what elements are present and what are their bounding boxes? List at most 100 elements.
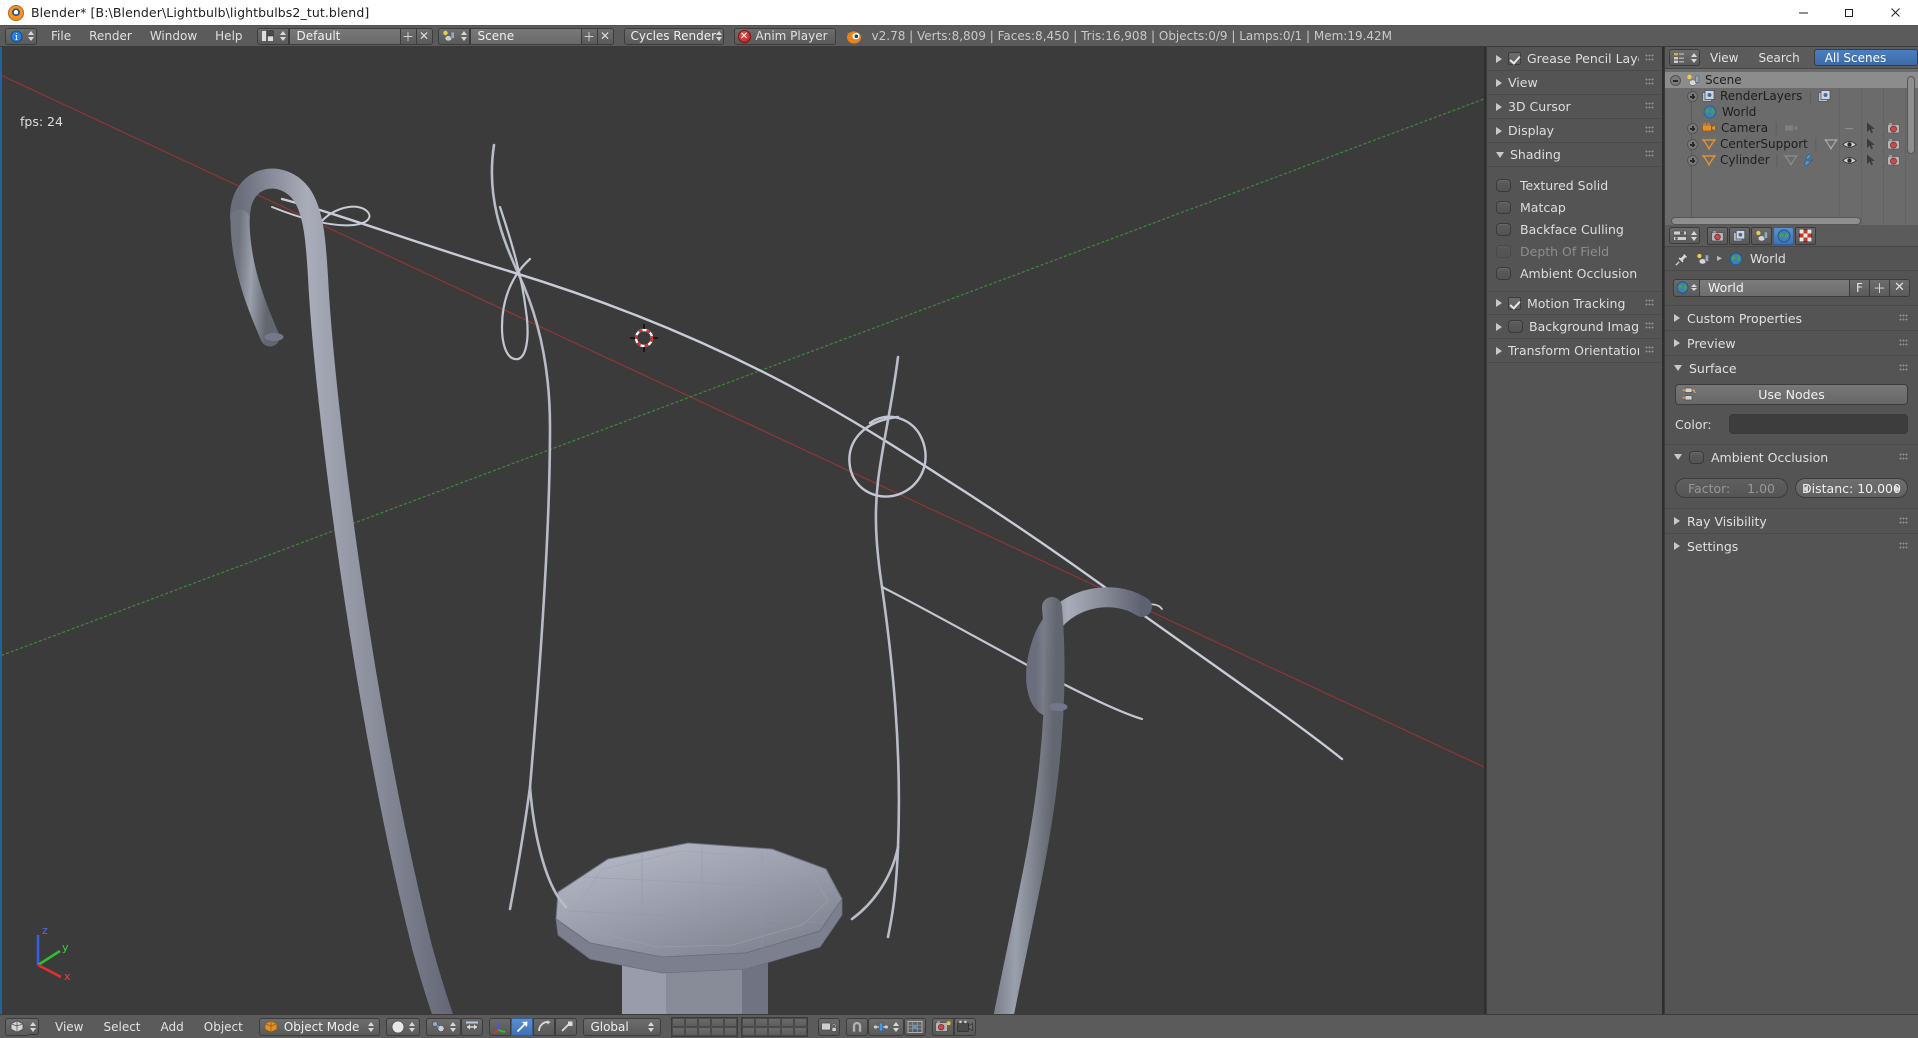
restrict-view-toggle[interactable] bbox=[1838, 120, 1860, 136]
outliner-menu-view[interactable]: View bbox=[1700, 51, 1748, 65]
layer-cell[interactable] bbox=[724, 1018, 737, 1027]
anim-player-clear-icon[interactable]: ✕ bbox=[738, 30, 751, 43]
menu-render[interactable]: Render bbox=[80, 28, 141, 45]
toggle-icon[interactable] bbox=[1496, 267, 1511, 280]
restrict-select-toggle[interactable] bbox=[1860, 120, 1882, 136]
collapse-toggle-icon[interactable] bbox=[1670, 75, 1681, 86]
panel-grip-icon[interactable] bbox=[1899, 542, 1908, 551]
panel-shading[interactable]: Shading bbox=[1487, 143, 1662, 167]
tab-scene[interactable] bbox=[1751, 227, 1772, 245]
panel-transform-orientations[interactable]: Transform Orientations bbox=[1487, 339, 1662, 363]
panel-grip-icon[interactable] bbox=[1899, 314, 1908, 323]
tab-world[interactable] bbox=[1773, 227, 1794, 245]
scene-add-button[interactable]: ＋ bbox=[582, 28, 598, 45]
properties-editor-type-icon[interactable] bbox=[1669, 227, 1689, 244]
panel-grip-icon[interactable] bbox=[1899, 364, 1908, 373]
layer-cell[interactable] bbox=[755, 1018, 768, 1027]
restrict-render-toggle[interactable] bbox=[1882, 152, 1904, 168]
layer-cell[interactable] bbox=[711, 1027, 724, 1036]
shading-ambient-occlusion[interactable]: Ambient Occlusion bbox=[1487, 262, 1662, 284]
unlink-world-button[interactable]: ✕ bbox=[1890, 279, 1910, 297]
scene-icon[interactable] bbox=[1696, 253, 1710, 265]
render-engine-select[interactable]: Cycles Render bbox=[624, 28, 724, 45]
layer-cell[interactable] bbox=[724, 1027, 737, 1036]
panel-grip-icon[interactable] bbox=[1645, 54, 1654, 63]
interaction-mode-select[interactable]: Object Mode bbox=[259, 1018, 381, 1036]
minimize-button[interactable] bbox=[1780, 0, 1826, 26]
expand-toggle-icon[interactable] bbox=[1687, 155, 1698, 166]
ambient-occlusion-toggle[interactable] bbox=[1689, 451, 1704, 464]
screen-layout-field[interactable]: Default bbox=[289, 28, 401, 45]
layer-cell[interactable] bbox=[711, 1018, 724, 1027]
camera-data-icon[interactable] bbox=[1784, 122, 1799, 134]
layer-cell[interactable] bbox=[755, 1027, 768, 1036]
panel-display[interactable]: Display bbox=[1487, 119, 1662, 143]
layer-cell[interactable] bbox=[685, 1018, 698, 1027]
viewport-shading-select[interactable] bbox=[386, 1018, 420, 1036]
pivot-point-select[interactable] bbox=[426, 1018, 461, 1036]
3d-viewport[interactable]: z y x fps: 24 (65) bbox=[0, 47, 1484, 1014]
panel-3d-cursor[interactable]: 3D Cursor bbox=[1487, 95, 1662, 119]
layer-cell[interactable] bbox=[794, 1027, 807, 1036]
render-opengl-grid-button[interactable] bbox=[904, 1018, 926, 1036]
color-swatch[interactable] bbox=[1729, 414, 1908, 434]
layer-cell[interactable] bbox=[672, 1018, 685, 1027]
panel-preview[interactable]: Preview bbox=[1665, 330, 1918, 355]
scene-delete-button[interactable]: ✕ bbox=[598, 28, 614, 45]
panel-settings[interactable]: Settings bbox=[1665, 533, 1918, 558]
toggle-icon[interactable] bbox=[1496, 179, 1511, 192]
footer-menu-view[interactable]: View bbox=[45, 1020, 93, 1034]
rotate-manipulator-toggle[interactable] bbox=[533, 1018, 555, 1036]
transform-orientation-select[interactable]: Global bbox=[583, 1018, 661, 1036]
outliner-row-camera[interactable]: Camera | bbox=[1665, 120, 1918, 136]
outliner-scope-select[interactable]: All Scenes bbox=[1814, 49, 1918, 66]
panel-grip-icon[interactable] bbox=[1645, 78, 1654, 87]
outliner-horizontal-scrollbar[interactable] bbox=[1671, 217, 1861, 225]
layer-cell[interactable] bbox=[672, 1027, 685, 1036]
screen-layout-add-button[interactable]: ＋ bbox=[401, 28, 417, 45]
menu-help[interactable]: Help bbox=[206, 28, 251, 45]
world-globe-icon[interactable] bbox=[1729, 252, 1743, 266]
anim-player-select[interactable]: ✕ Anim Player bbox=[734, 28, 836, 45]
properties-type-spinner[interactable] bbox=[1689, 227, 1700, 244]
restrict-select-toggle[interactable] bbox=[1860, 136, 1882, 152]
new-world-button[interactable]: ＋ bbox=[1870, 279, 1890, 297]
panel-background-images[interactable]: Background Images bbox=[1487, 315, 1662, 339]
shading-backface-culling[interactable]: Backface Culling bbox=[1487, 218, 1662, 240]
outliner-row-renderlayers[interactable]: RenderLayers | bbox=[1665, 88, 1918, 104]
layer-cell[interactable] bbox=[768, 1018, 781, 1027]
outliner-mode-spinner[interactable] bbox=[1689, 49, 1700, 66]
panel-motion-tracking[interactable]: Motion Tracking bbox=[1487, 291, 1662, 315]
restrict-render-toggle[interactable] bbox=[1882, 120, 1904, 136]
restrict-render-toggle[interactable] bbox=[1882, 136, 1904, 152]
manipulator-toggle[interactable] bbox=[489, 1018, 511, 1036]
layer-block-2[interactable] bbox=[741, 1017, 808, 1037]
toggle-icon[interactable] bbox=[1496, 223, 1511, 236]
restrict-view-toggle[interactable] bbox=[1838, 152, 1860, 168]
panel-surface-header[interactable]: Surface bbox=[1665, 356, 1918, 380]
translate-manipulator-toggle[interactable] bbox=[511, 1018, 533, 1036]
scene-spinner[interactable] bbox=[459, 28, 470, 45]
panel-ray-visibility[interactable]: Ray Visibility bbox=[1665, 508, 1918, 533]
renderlayers-data-icon[interactable] bbox=[1818, 90, 1832, 103]
editor-type-spinner[interactable] bbox=[28, 1018, 39, 1035]
footer-menu-object[interactable]: Object bbox=[194, 1020, 253, 1034]
use-nodes-button[interactable]: Use Nodes bbox=[1675, 384, 1908, 405]
outliner-row-world[interactable]: World bbox=[1665, 104, 1918, 120]
panel-grip-icon[interactable] bbox=[1645, 346, 1654, 355]
screen-layout-delete-button[interactable]: ✕ bbox=[417, 28, 433, 45]
panel-grip-icon[interactable] bbox=[1645, 299, 1654, 308]
layer-cell[interactable] bbox=[698, 1018, 711, 1027]
shading-textured-solid[interactable]: Textured Solid bbox=[1487, 174, 1662, 196]
align-to-transform-toggle[interactable] bbox=[461, 1018, 483, 1036]
scale-manipulator-toggle[interactable] bbox=[555, 1018, 577, 1036]
outliner-row-cylinder[interactable]: Cylinder | bbox=[1665, 152, 1918, 168]
outliner-display-mode-icon[interactable] bbox=[1669, 49, 1689, 66]
layer-cell[interactable] bbox=[768, 1027, 781, 1036]
panel-grip-icon[interactable] bbox=[1899, 339, 1908, 348]
proportional-edit-select[interactable] bbox=[868, 1018, 904, 1036]
expand-toggle-icon[interactable] bbox=[1687, 91, 1698, 102]
outliner-vertical-scrollbar[interactable] bbox=[1907, 76, 1915, 154]
scene-icon[interactable] bbox=[438, 28, 459, 45]
scene-field[interactable]: Scene bbox=[470, 28, 582, 45]
